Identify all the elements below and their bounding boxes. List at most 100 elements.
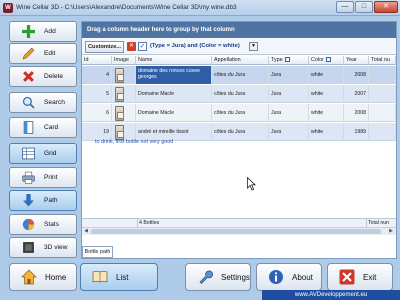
group-by-area[interactable]: Drag a column header here to group by th…: [82, 22, 396, 38]
delete-label: Delete: [44, 73, 64, 80]
cell-image: [112, 85, 136, 103]
grid-label: Grid: [44, 150, 57, 157]
title-bar: W Wine Cellar 3D - C:\Users\Alexandre\Do…: [0, 0, 400, 16]
cell-total: [369, 123, 396, 141]
minimize-button[interactable]: —: [336, 1, 354, 13]
table-row[interactable]: 4 domaine des ronces cuvee georges côtes…: [82, 66, 396, 84]
bottle-thumbnail: [115, 86, 124, 102]
card-label: Card: [44, 124, 59, 131]
stats-button[interactable]: Stats: [9, 214, 77, 235]
3d-view-button[interactable]: 3D view: [9, 237, 77, 258]
cell-total: [369, 66, 396, 84]
cell-image: [112, 104, 136, 122]
home-button[interactable]: Home: [9, 263, 77, 291]
column-header-year[interactable]: Year: [344, 56, 369, 65]
wrench-icon: [196, 268, 214, 286]
column-header-image[interactable]: Image: [112, 56, 136, 65]
tab-bottle-path[interactable]: Bottle path: [82, 246, 113, 258]
print-label: Print: [44, 174, 58, 181]
cell-type: Jura: [269, 123, 309, 141]
path-label: Path: [44, 197, 58, 204]
cell-year: 2008: [344, 104, 369, 122]
pie-chart-icon: [20, 218, 36, 232]
list-label: List: [116, 272, 129, 282]
settings-button[interactable]: Settings: [185, 263, 251, 291]
filter-enabled-checkbox[interactable]: ✓: [138, 42, 147, 51]
list-button[interactable]: List: [80, 263, 158, 291]
cell-id: 4: [82, 66, 112, 84]
cell-appellation: côtes du Jura: [212, 66, 269, 84]
cell-image: [112, 66, 136, 84]
grid-button[interactable]: Grid: [9, 143, 77, 164]
about-button[interactable]: About: [256, 263, 322, 291]
cell-color: white: [309, 85, 344, 103]
app-icon: W: [3, 3, 13, 13]
path-button[interactable]: Path: [9, 190, 77, 211]
bottle-thumbnail: [115, 67, 124, 83]
grid-icon: [20, 147, 36, 161]
home-label: Home: [45, 272, 67, 282]
delete-icon: [20, 70, 36, 84]
cell-year: 2007: [344, 85, 369, 103]
search-button[interactable]: Search: [9, 92, 77, 113]
horizontal-scrollbar[interactable]: ◀ ▶: [82, 227, 396, 235]
filter-icon[interactable]: [325, 57, 331, 63]
cube-icon: [20, 241, 36, 255]
card-button[interactable]: Card: [9, 117, 77, 138]
cell-year: 2008: [344, 66, 369, 84]
scrollbar-thumb[interactable]: [91, 229, 381, 234]
cell-color: white: [309, 66, 344, 84]
delete-button[interactable]: Delete: [9, 66, 77, 87]
info-icon: [267, 268, 285, 286]
scroll-left-icon[interactable]: ◀: [82, 228, 90, 235]
3d-view-label: 3D view: [44, 244, 68, 251]
house-icon: [20, 268, 38, 286]
cell-type: Jura: [269, 85, 309, 103]
mouse-cursor-icon: [247, 177, 256, 191]
column-header-color[interactable]: Color: [309, 56, 344, 65]
exit-button[interactable]: Exit: [327, 263, 393, 291]
customize-button[interactable]: Customize...: [85, 41, 124, 53]
bottle-thumbnail: [115, 124, 124, 140]
exit-label: Exit: [363, 272, 377, 282]
column-header-appellation[interactable]: Appellation: [212, 56, 269, 65]
scroll-right-icon[interactable]: ▶: [387, 228, 395, 235]
grid-footer: 4 Bottles Total nun: [82, 218, 396, 228]
column-header-id[interactable]: Id: [82, 56, 112, 65]
stats-label: Stats: [44, 221, 60, 228]
settings-label: Settings: [221, 272, 250, 282]
bottle-grid-panel: Drag a column header here to group by th…: [81, 21, 397, 259]
book-icon: [91, 268, 109, 286]
filter-history-dropdown[interactable]: ▼: [249, 42, 258, 51]
filter-icon[interactable]: [284, 57, 290, 63]
bottle-thumbnail: [115, 105, 124, 121]
close-button[interactable]: ✕: [374, 1, 398, 13]
column-header-name[interactable]: Name: [136, 56, 212, 65]
cell-type: Jura: [269, 66, 309, 84]
cell-name: domaine des ronces cuvee georges: [136, 66, 212, 84]
edit-label: Edit: [44, 50, 56, 57]
table-row[interactable]: 6 Domaine Macle côtes du Jura Jura white…: [82, 104, 396, 122]
column-header-type-label: Type: [271, 57, 283, 63]
table-row[interactable]: 5 Domaine Macle côtes du Jura Jura white…: [82, 85, 396, 103]
cell-name: Domaine Macle: [136, 85, 212, 103]
column-header-type[interactable]: Type: [269, 56, 309, 65]
print-button[interactable]: Print: [9, 167, 77, 188]
card-icon: [20, 121, 36, 135]
add-icon: [20, 25, 36, 39]
cell-name: Domaine Macle: [136, 104, 212, 122]
maximize-button[interactable]: □: [355, 1, 373, 13]
edit-button[interactable]: Edit: [9, 43, 77, 64]
column-header-total[interactable]: Total nu: [369, 56, 396, 65]
filter-expression[interactable]: (Type = Jura) and (Color = white): [150, 42, 240, 51]
filter-bar: Customize... ✕ ✓ (Type = Jura) and (Colo…: [82, 38, 396, 55]
pencil-icon: [20, 47, 36, 61]
cell-total: [369, 85, 396, 103]
cell-id: 5: [82, 85, 112, 103]
add-button[interactable]: Add: [9, 21, 77, 42]
search-label: Search: [44, 99, 65, 106]
cell-total: [369, 104, 396, 122]
cell-type: Jura: [269, 104, 309, 122]
clear-filter-icon[interactable]: ✕: [127, 42, 136, 51]
cell-year: 1989: [344, 123, 369, 141]
